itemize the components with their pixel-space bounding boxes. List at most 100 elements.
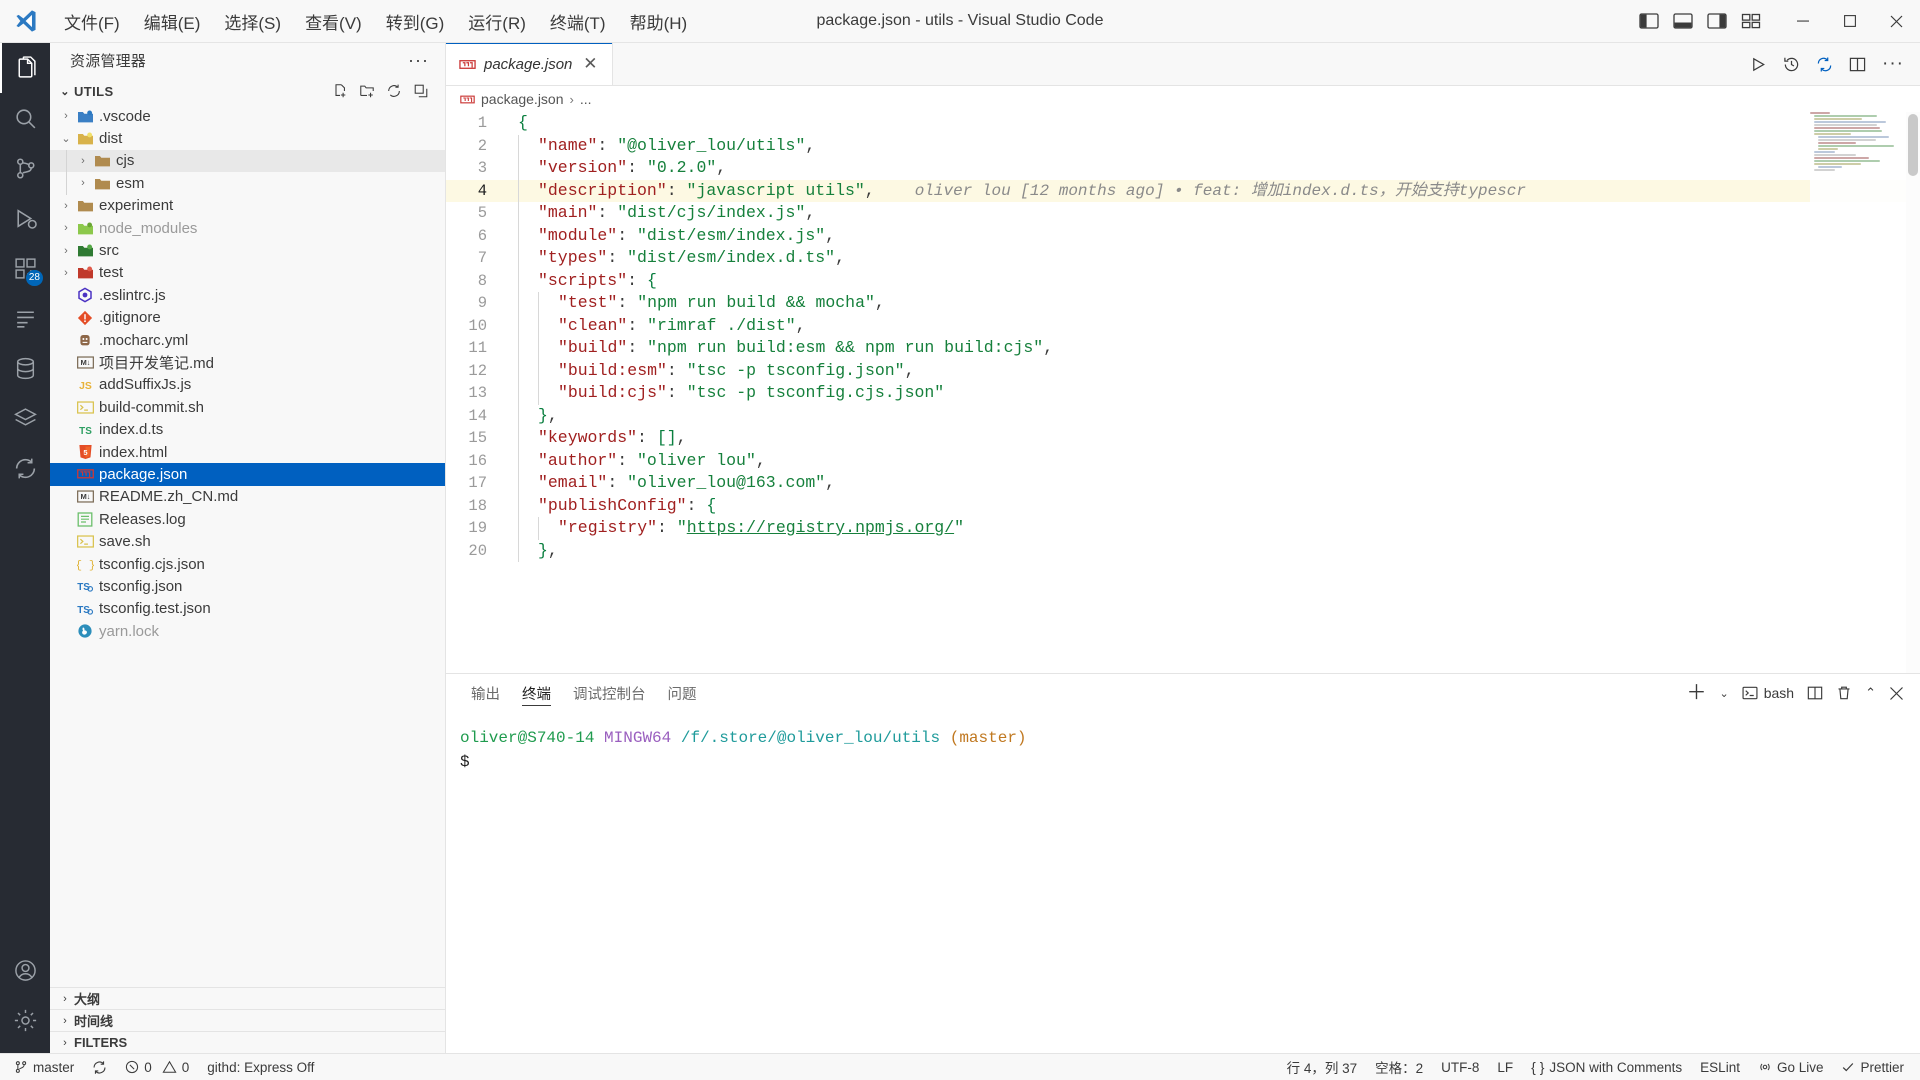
menu-view[interactable]: 查看(V) (293, 0, 374, 42)
activity-search[interactable] (0, 93, 50, 143)
status-branch[interactable]: master (0, 1054, 83, 1080)
menu-go[interactable]: 转到(G) (374, 0, 457, 42)
new-terminal-icon[interactable]: ＋ (1687, 683, 1707, 703)
run-icon[interactable] (1750, 56, 1767, 73)
status-eol[interactable]: LF (1488, 1054, 1522, 1080)
activity-accounts[interactable] (0, 945, 50, 995)
tree-folder-test[interactable]: › test (50, 262, 445, 284)
sidebar-section-outline[interactable]: › 大纲 (50, 987, 445, 1009)
code-line[interactable]: 14}, (446, 404, 1920, 427)
window-close-button[interactable] (1873, 0, 1920, 43)
breadcrumb-symbol[interactable]: ... (580, 91, 592, 107)
tree-file-tsconfig.test.json[interactable]: TS tsconfig.test.json (50, 598, 445, 620)
code-line[interactable]: 9 "test": "npm run build && mocha", (446, 292, 1920, 315)
status-problems[interactable]: 0 0 (116, 1054, 198, 1080)
terminal-shell-selector[interactable]: bash (1742, 685, 1794, 701)
activity-explorer[interactable] (0, 43, 50, 93)
chevron-right-icon[interactable]: › (75, 155, 91, 167)
code-editor[interactable]: 1{2 "name": "@oliver_lou/utils", 3 "version… (446, 112, 1920, 673)
tree-folder-experiment[interactable]: › experiment (50, 195, 445, 217)
status-language-mode[interactable]: { } JSON with Comments (1522, 1054, 1691, 1080)
chevron-right-icon[interactable]: › (75, 177, 91, 189)
code-line[interactable]: 3 "version": "0.2.0", (446, 157, 1920, 180)
history-icon[interactable] (1783, 56, 1800, 73)
tree-file-save.sh[interactable]: save.sh (50, 530, 445, 552)
code-line[interactable]: 6 "module": "dist/esm/index.js", (446, 224, 1920, 247)
code-line[interactable]: 17 "email": "oliver_lou@163.com", (446, 472, 1920, 495)
panel-tab-terminal[interactable]: 终端 (511, 674, 562, 712)
tree-file-.gitignore[interactable]: .gitignore (50, 307, 445, 329)
code-line[interactable]: 5 "main": "dist/cjs/index.js", (446, 202, 1920, 225)
menu-run[interactable]: 运行(R) (456, 0, 538, 42)
code-token[interactable]: https://registry.npmjs.org/ (687, 518, 954, 537)
collapse-all-icon[interactable] (413, 83, 429, 99)
status-indentation[interactable]: 空格：2 (1366, 1054, 1432, 1080)
tree-file-readme.zh_cn.md[interactable]: M↓ README.zh_CN.md (50, 486, 445, 508)
activity-outline[interactable] (0, 293, 50, 343)
toggle-secondary-sidebar-icon[interactable] (1707, 12, 1727, 30)
chevron-down-icon[interactable]: ⌄ (58, 132, 74, 145)
activity-manage[interactable] (0, 995, 50, 1045)
close-panel-icon[interactable] (1889, 686, 1904, 701)
toggle-primary-sidebar-icon[interactable] (1639, 12, 1659, 30)
git-blame-annotation[interactable]: oliver lou [12 months ago] • feat: 增加ind… (875, 180, 1526, 203)
status-go-live[interactable]: Go Live (1749, 1054, 1833, 1080)
toggle-panel-icon[interactable] (1673, 12, 1693, 30)
tree-file-releases.log[interactable]: Releases.log (50, 508, 445, 530)
menu-selection[interactable]: 选择(S) (212, 0, 293, 42)
status-prettier[interactable]: Prettier (1832, 1054, 1920, 1080)
terminal-output[interactable]: oliver@S740-14 MINGW64 /f/.store/@oliver… (446, 712, 1920, 1053)
code-line[interactable]: 13 "build:cjs": "tsc -p tsconfig.cjs.json… (446, 382, 1920, 405)
sidebar-more-actions-icon[interactable]: ··· (400, 50, 437, 71)
minimap[interactable] (1810, 112, 1906, 673)
menu-help[interactable]: 帮助(H) (618, 0, 700, 42)
panel-tab-output[interactable]: 输出 (460, 674, 511, 712)
code-line[interactable]: 15 "keywords": [], (446, 427, 1920, 450)
tree-file-addsuffixjs.js[interactable]: JS addSuffixJs.js (50, 374, 445, 396)
status-githd[interactable]: githd: Express Off (198, 1054, 323, 1080)
code-line[interactable]: 8 "scripts": { (446, 269, 1920, 292)
chevron-right-icon[interactable]: › (58, 222, 74, 234)
code-line[interactable]: 20}, (446, 539, 1920, 562)
customize-layout-icon[interactable] (1741, 12, 1761, 30)
activity-layers[interactable] (0, 393, 50, 443)
code-line[interactable]: 18 "publishConfig": { (446, 494, 1920, 517)
tree-file-index.html[interactable]: 5 index.html (50, 441, 445, 463)
more-actions-icon[interactable]: ··· (1882, 54, 1904, 73)
activity-sync[interactable] (0, 443, 50, 493)
tree-file-.mocharc.yml[interactable]: .mocharc.yml (50, 329, 445, 351)
chevron-down-icon[interactable]: ⌄ (1720, 687, 1729, 700)
code-line[interactable]: 1{ (446, 112, 1920, 135)
tree-folder-cjs[interactable]: › cjs (50, 149, 445, 173)
tree-file--.md[interactable]: M↓ 项目开发笔记.md (50, 351, 445, 373)
code-line[interactable]: 7 "types": "dist/esm/index.d.ts", (446, 247, 1920, 270)
code-line[interactable]: 4 "description": "javascript utils", olive… (446, 179, 1920, 203)
chevron-right-icon[interactable]: › (58, 245, 74, 257)
close-icon[interactable]: ✕ (580, 54, 600, 74)
breadcrumb[interactable]: package.json › ... (446, 86, 1920, 112)
code-line[interactable]: 10 "clean": "rimraf ./dist", (446, 314, 1920, 337)
split-editor-icon[interactable] (1849, 56, 1866, 73)
window-maximize-button[interactable] (1826, 0, 1873, 43)
refresh-icon[interactable] (386, 83, 402, 99)
tree-folder-.vscode[interactable]: › .vscode (50, 105, 445, 127)
code-line[interactable]: 12 "build:esm": "tsc -p tsconfig.json", (446, 359, 1920, 382)
code-line[interactable]: 2 "name": "@oliver_lou/utils", (446, 134, 1920, 157)
chevron-right-icon[interactable]: › (58, 267, 74, 279)
tree-file-index.d.ts[interactable]: TS index.d.ts (50, 418, 445, 440)
breadcrumb-file[interactable]: package.json (481, 91, 564, 107)
menu-edit[interactable]: 编辑(E) (132, 0, 213, 42)
activity-database[interactable] (0, 343, 50, 393)
split-terminal-icon[interactable] (1807, 685, 1823, 701)
sidebar-section-timeline[interactable]: › 时间线 (50, 1009, 445, 1031)
file-tree[interactable]: › .vscode ⌄ dist › cjs › esm › experiment › node_mo… (50, 104, 445, 987)
tree-folder-src[interactable]: › src (50, 239, 445, 261)
tree-file-tsconfig.json[interactable]: TS tsconfig.json (50, 575, 445, 597)
status-sync[interactable] (83, 1054, 116, 1080)
code-line[interactable]: 16 "author": "oliver lou", (446, 449, 1920, 472)
panel-tab-debug-console[interactable]: 调试控制台 (562, 674, 657, 712)
panel-tab-problems[interactable]: 问题 (657, 674, 708, 712)
menu-bar[interactable]: 文件(F) 编辑(E) 选择(S) 查看(V) 转到(G) 运行(R) 终端(T… (52, 0, 699, 42)
activity-run-debug[interactable] (0, 193, 50, 243)
status-encoding[interactable]: UTF-8 (1432, 1054, 1488, 1080)
